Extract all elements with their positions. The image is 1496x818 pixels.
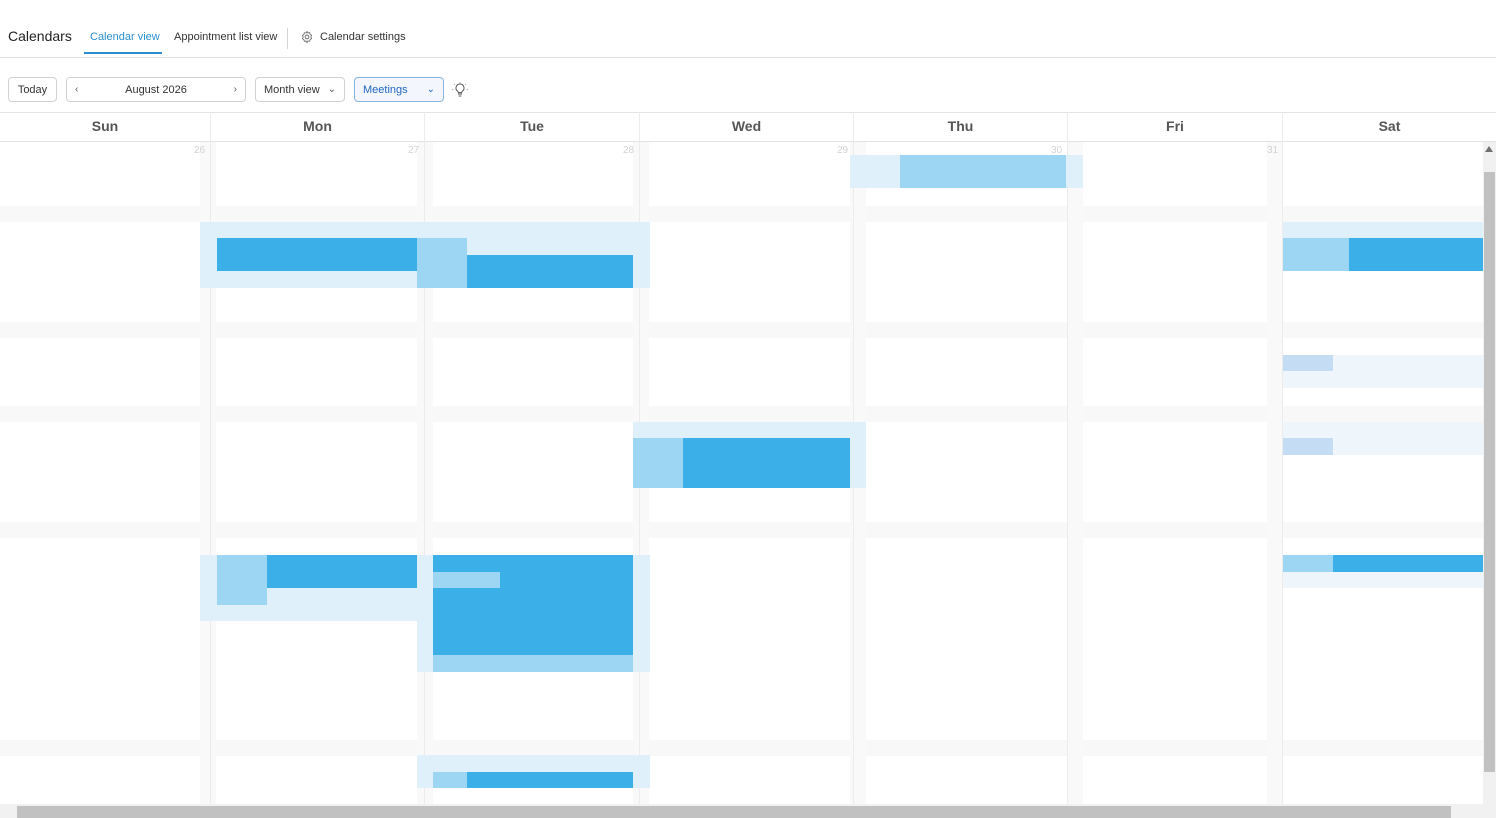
vertical-scrollbar-thumb[interactable] bbox=[1484, 172, 1495, 772]
day-number: 31 bbox=[1267, 145, 1279, 156]
tab-calendar-settings[interactable]: Calendar settings bbox=[300, 30, 406, 44]
day-column-edge bbox=[1267, 142, 1283, 804]
view-mode-select[interactable]: Month view ⌄ bbox=[255, 77, 345, 102]
calendar-event[interactable] bbox=[433, 555, 633, 655]
week-row-separator bbox=[0, 522, 1483, 538]
calendar-event[interactable] bbox=[433, 655, 633, 672]
week-row-separator bbox=[0, 322, 1483, 338]
weekday-wed: Wed bbox=[731, 118, 762, 134]
day-column-edge bbox=[1067, 142, 1083, 804]
weekday-sun: Sun bbox=[91, 118, 119, 134]
weekday-mon: Mon bbox=[303, 118, 332, 134]
horizontal-scrollbar-thumb[interactable] bbox=[17, 806, 1451, 818]
today-label: Today bbox=[17, 83, 48, 96]
day-number: 27 bbox=[408, 145, 420, 156]
calendar-event[interactable] bbox=[1283, 572, 1483, 588]
weekday-fri: Fri bbox=[1166, 118, 1184, 134]
calendar-event[interactable] bbox=[467, 772, 633, 788]
week-row-separator bbox=[0, 740, 1483, 756]
calendar-event[interactable] bbox=[1283, 555, 1333, 572]
calendar-filter-select[interactable]: Meetings ⌄ bbox=[354, 77, 444, 102]
chevron-down-icon: ⌄ bbox=[327, 84, 336, 95]
chevron-right-icon[interactable]: › bbox=[234, 84, 237, 95]
tab-divider bbox=[287, 28, 288, 49]
week-row-separator bbox=[0, 206, 1483, 222]
calendar-filter-label: Meetings bbox=[363, 83, 408, 96]
calendar-event[interactable] bbox=[633, 438, 683, 488]
calendar-event[interactable] bbox=[1283, 438, 1333, 455]
view-mode-label: Month view bbox=[264, 83, 320, 96]
chevron-down-icon: ⌄ bbox=[426, 84, 435, 95]
calendar-event[interactable] bbox=[417, 238, 467, 288]
active-tab-indicator bbox=[84, 52, 162, 54]
gear-icon bbox=[301, 30, 313, 44]
lightbulb-icon[interactable] bbox=[452, 82, 468, 98]
today-button[interactable]: Today bbox=[8, 77, 57, 102]
calendar-event[interactable] bbox=[1283, 222, 1483, 238]
day-number: 29 bbox=[837, 145, 849, 156]
weekday-tue: Tue bbox=[520, 118, 544, 134]
day-number: 28 bbox=[623, 145, 635, 156]
page-title: Calendars bbox=[8, 28, 72, 44]
weekday-sat: Sat bbox=[1378, 118, 1401, 134]
current-month-label: August 2026 bbox=[125, 83, 187, 96]
tab-calendar-view[interactable]: Calendar view bbox=[90, 31, 160, 43]
column-divider bbox=[424, 112, 425, 804]
column-divider bbox=[210, 112, 211, 804]
tab-appointment-list-view[interactable]: Appointment list view bbox=[174, 31, 277, 43]
week-row-separator bbox=[0, 406, 1483, 422]
column-divider bbox=[1282, 112, 1283, 804]
calendar-event[interactable] bbox=[1283, 238, 1349, 271]
chevron-left-icon[interactable]: ‹ bbox=[75, 84, 78, 95]
calendar-event[interactable] bbox=[1283, 355, 1333, 371]
month-navigator: ‹ August 2026 › bbox=[66, 77, 246, 102]
calendar-event[interactable] bbox=[433, 772, 467, 788]
calendar-event[interactable] bbox=[217, 238, 417, 271]
calendar-settings-label: Calendar settings bbox=[320, 31, 406, 43]
calendar-event[interactable] bbox=[467, 255, 633, 288]
day-number: 26 bbox=[194, 145, 206, 156]
column-divider bbox=[1067, 112, 1068, 804]
weekday-thu: Thu bbox=[947, 118, 974, 134]
calendar-event[interactable] bbox=[217, 555, 267, 605]
scroll-up-arrow-icon[interactable] bbox=[1485, 146, 1493, 152]
calendar-event[interactable] bbox=[900, 155, 1066, 188]
calendar-event[interactable] bbox=[433, 572, 500, 588]
top-header: Calendars Calendar view Appointment list… bbox=[0, 0, 1496, 58]
